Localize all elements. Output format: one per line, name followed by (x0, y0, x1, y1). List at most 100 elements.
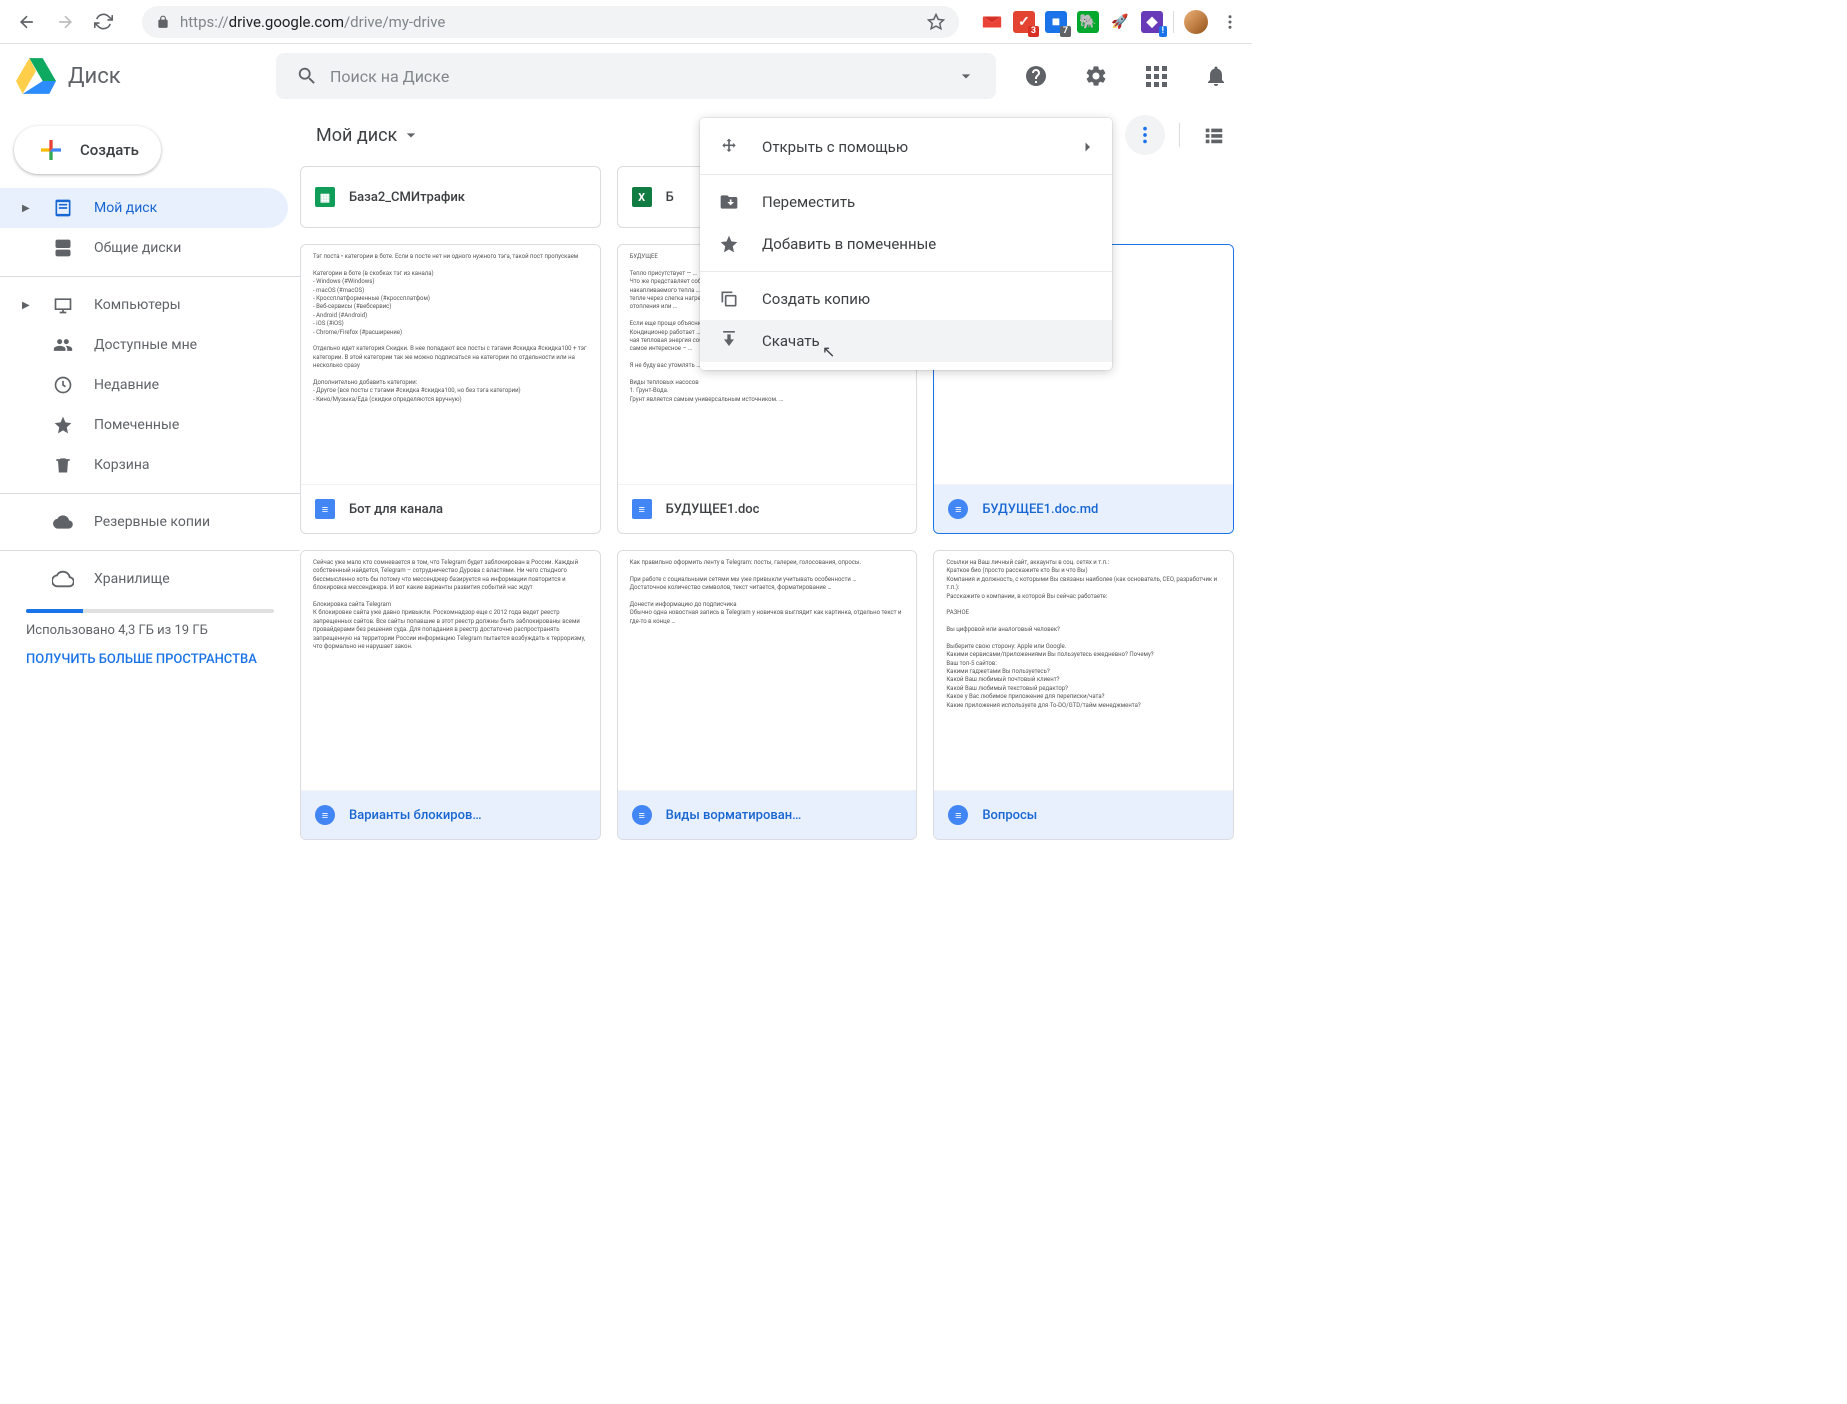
search-placeholder: Поиск на Диске (330, 67, 944, 86)
ctx-label: Открыть с помощью (762, 138, 908, 156)
ctx-open-with[interactable]: Открыть с помощью (700, 126, 1112, 168)
profile-avatar[interactable] (1184, 10, 1208, 34)
ext-blue-icon[interactable]: ■7 (1045, 11, 1067, 33)
todoist-icon[interactable]: ✓3 (1013, 11, 1035, 33)
ctx-download[interactable]: Скачать ↖ (700, 320, 1112, 362)
people-icon (52, 334, 74, 356)
drive-header: Диск Поиск на Диске (0, 44, 1252, 108)
file-preview: Сейчас уже мало кто сомневается в том, ч… (301, 551, 600, 791)
docs-icon: ≡ (632, 499, 652, 519)
docs-icon: ≡ (948, 805, 968, 825)
url-path: /drive/my-drive (344, 13, 445, 31)
download-icon (718, 330, 740, 352)
drive-logo-icon (16, 56, 56, 96)
sidebar-item-backups[interactable]: Резервные копии (0, 502, 288, 542)
expand-icon[interactable]: ▶ (22, 203, 32, 214)
storage-block: Использовано 4,3 ГБ из 19 ГБ ПОЛУЧИТЬ БО… (0, 599, 300, 680)
cloud-outline-icon (52, 568, 74, 590)
search-options-icon[interactable] (956, 66, 976, 86)
url-protocol: https:// (180, 13, 229, 31)
nav-label: Доступные мне (94, 337, 197, 353)
docs-icon: ≡ (315, 499, 335, 519)
drive-small-icon (52, 197, 74, 219)
storage-bar (26, 609, 274, 613)
chevron-down-icon (401, 125, 421, 145)
file-card[interactable]: ▦База2_СМИтрафик (300, 166, 601, 228)
trash-icon (52, 454, 74, 476)
shared-drives-icon (52, 237, 74, 259)
nav-label: Недавние (94, 377, 159, 393)
breadcrumb[interactable]: Мой диск (300, 125, 421, 146)
sidebar-item-storage[interactable]: Хранилище (0, 559, 288, 599)
move-arrows-icon (718, 136, 740, 158)
file-name: Варианты блокиров… (349, 808, 482, 823)
nav-label: Резервные копии (94, 514, 210, 530)
nav-label: Компьютеры (94, 297, 181, 313)
expand-icon[interactable]: ▶ (22, 300, 32, 311)
storage-upgrade-link[interactable]: ПОЛУЧИТЬ БОЛЬШЕ ПРОСТРАНСТВА (26, 650, 274, 670)
sidebar-item-trash[interactable]: Корзина (0, 445, 288, 485)
plus-icon (36, 135, 66, 165)
url-host: drive.google.com (229, 13, 344, 31)
nav-label: Хранилище (94, 571, 170, 587)
sidebar-item-recent[interactable]: Недавние (0, 365, 288, 405)
star-icon (718, 233, 740, 255)
ctx-move[interactable]: Переместить (700, 181, 1112, 223)
copy-icon (718, 288, 740, 310)
docs-icon: ≡ (948, 499, 968, 519)
cloud-filled-icon (52, 511, 74, 533)
file-name: Б (666, 190, 674, 205)
help-button[interactable] (1016, 56, 1056, 96)
file-name: БУДУЩЕЕ1.doc.md (982, 502, 1098, 517)
create-label: Создать (80, 141, 139, 159)
folder-move-icon (718, 191, 740, 213)
settings-button[interactable] (1076, 56, 1116, 96)
reload-button[interactable] (86, 5, 120, 39)
star-icon[interactable] (927, 13, 945, 31)
breadcrumb-label: Мой диск (316, 125, 397, 146)
file-card[interactable]: Сейчас уже мало кто сомневается в том, ч… (300, 550, 601, 840)
ext-rocket-icon[interactable]: 🚀 (1109, 11, 1131, 33)
docs-icon: ≡ (632, 805, 652, 825)
search-bar[interactable]: Поиск на Диске (276, 53, 996, 99)
forward-button[interactable] (48, 5, 82, 39)
ctx-make-copy[interactable]: Создать копию (700, 278, 1112, 320)
sidebar-item-computers[interactable]: ▶ Компьютеры (0, 285, 288, 325)
chrome-menu-button[interactable] (1218, 10, 1242, 34)
address-bar[interactable]: https://drive.google.com/drive/my-drive (142, 6, 959, 38)
logo-area[interactable]: Диск (16, 56, 276, 96)
storage-used-text: Использовано 4,3 ГБ из 19 ГБ (26, 623, 274, 638)
content-area: Мой диск ▦База2_СМИтрафик XБ (300, 108, 1252, 951)
notifications-button[interactable] (1196, 56, 1236, 96)
ctx-label: Добавить в помеченные (762, 235, 936, 253)
nav-label: Общие диски (94, 240, 181, 256)
create-button[interactable]: Создать (14, 126, 161, 174)
file-card[interactable]: Тэг поста • категории в боте. Если в пос… (300, 244, 601, 534)
sidebar-item-shared-drives[interactable]: Общие диски (0, 228, 288, 268)
nav-label: Корзина (94, 457, 150, 473)
more-actions-button[interactable] (1125, 115, 1165, 155)
context-menu: Открыть с помощью Переместить Добавить в… (700, 118, 1112, 370)
ctx-label: Создать копию (762, 290, 870, 308)
file-name: Бот для канала (349, 502, 443, 517)
ext-purple-icon[interactable]: ◆! (1141, 11, 1163, 33)
evernote-icon[interactable]: 🐘 (1077, 11, 1099, 33)
view-list-button[interactable] (1194, 115, 1234, 155)
ctx-add-star[interactable]: Добавить в помеченные (700, 223, 1112, 265)
file-card[interactable]: Как правильно оформить ленту в Telegram:… (617, 550, 918, 840)
apps-button[interactable] (1136, 56, 1176, 96)
browser-toolbar: https://drive.google.com/drive/my-drive … (0, 0, 1252, 44)
file-name: База2_СМИтрафик (349, 190, 465, 205)
gmail-icon[interactable] (981, 11, 1003, 33)
sidebar: Создать ▶ Мой диск Общие диски ▶ Компьют… (0, 108, 300, 951)
apps-grid-icon (1146, 66, 1167, 87)
sidebar-item-starred[interactable]: Помеченные (0, 405, 288, 445)
sidebar-item-shared-with-me[interactable]: Доступные мне (0, 325, 288, 365)
lock-icon (156, 15, 170, 29)
clock-icon (52, 374, 74, 396)
back-button[interactable] (10, 5, 44, 39)
computers-icon (52, 294, 74, 316)
sidebar-item-my-drive[interactable]: ▶ Мой диск (0, 188, 288, 228)
file-preview: Тэг поста • категории в боте. Если в пос… (301, 245, 600, 485)
file-card[interactable]: Ссылки на Ваш личный сайт, аккаунты в со… (933, 550, 1234, 840)
